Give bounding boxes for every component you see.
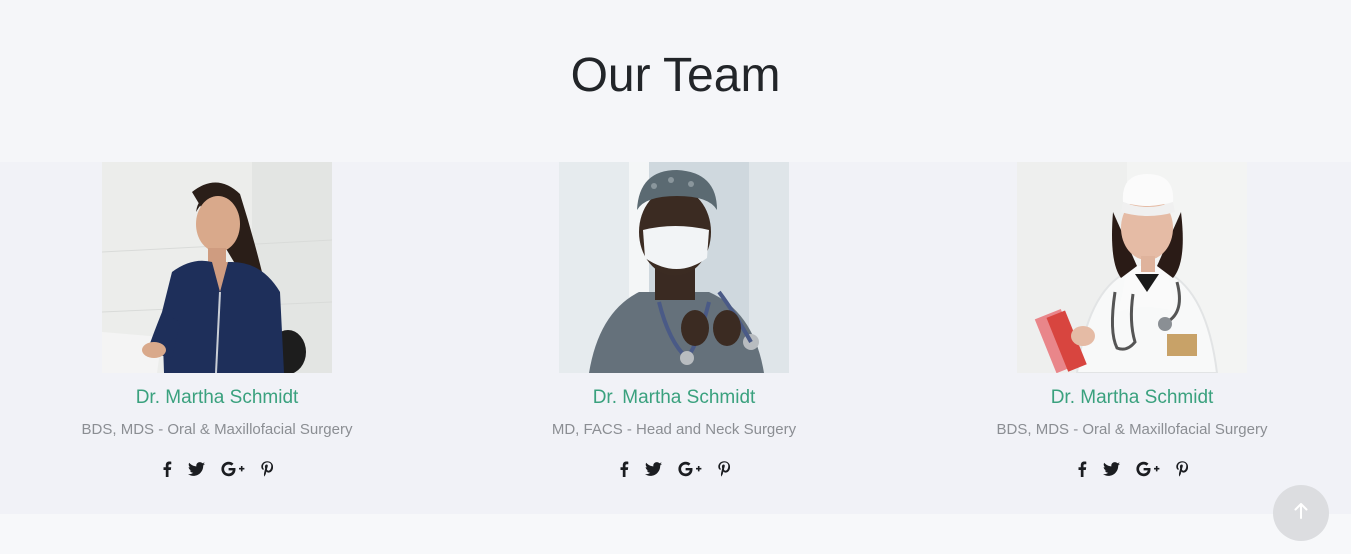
member-name-link[interactable]: Dr. Martha Schmidt xyxy=(464,386,884,410)
team-section-header: Our Team xyxy=(0,0,1351,162)
member-name-link[interactable]: Dr. Martha Schmidt xyxy=(7,386,427,410)
team-member-card: Dr. Martha Schmidt MD, FACS - Head and N… xyxy=(464,162,884,514)
member-role: BDS, MDS - Oral & Maxillofacial Surgery xyxy=(81,421,353,438)
section-footer-strip xyxy=(0,514,1351,554)
member-photo xyxy=(102,162,332,373)
pinterest-icon[interactable] xyxy=(1175,458,1188,480)
facebook-icon[interactable] xyxy=(619,458,629,480)
member-photo xyxy=(559,162,789,373)
social-links xyxy=(464,458,884,480)
google-plus-icon[interactable] xyxy=(220,458,245,480)
pinterest-icon[interactable] xyxy=(260,458,273,480)
arrow-up-icon xyxy=(1294,502,1308,524)
facebook-icon[interactable] xyxy=(1077,458,1087,480)
social-links xyxy=(7,458,427,480)
team-grid: Dr. Martha Schmidt BDS, MDS - Oral & Max… xyxy=(0,162,1351,514)
member-name-link[interactable]: Dr. Martha Schmidt xyxy=(922,386,1342,410)
team-member-card: Dr. Martha Schmidt BDS, MDS - Oral & Max… xyxy=(922,162,1342,514)
member-role: BDS, MDS - Oral & Maxillofacial Surgery xyxy=(996,421,1268,438)
twitter-icon[interactable] xyxy=(1102,458,1120,480)
google-plus-icon[interactable] xyxy=(677,458,702,480)
social-links xyxy=(922,458,1342,480)
twitter-icon[interactable] xyxy=(187,458,205,480)
twitter-icon[interactable] xyxy=(644,458,662,480)
member-photo xyxy=(1017,162,1247,373)
member-role: MD, FACS - Head and Neck Surgery xyxy=(551,421,797,438)
facebook-icon[interactable] xyxy=(162,458,172,480)
pinterest-icon[interactable] xyxy=(717,458,730,480)
scroll-to-top-button[interactable] xyxy=(1273,485,1329,541)
google-plus-icon[interactable] xyxy=(1135,458,1160,480)
team-member-card: Dr. Martha Schmidt BDS, MDS - Oral & Max… xyxy=(7,162,427,514)
section-title: Our Team xyxy=(570,49,781,102)
